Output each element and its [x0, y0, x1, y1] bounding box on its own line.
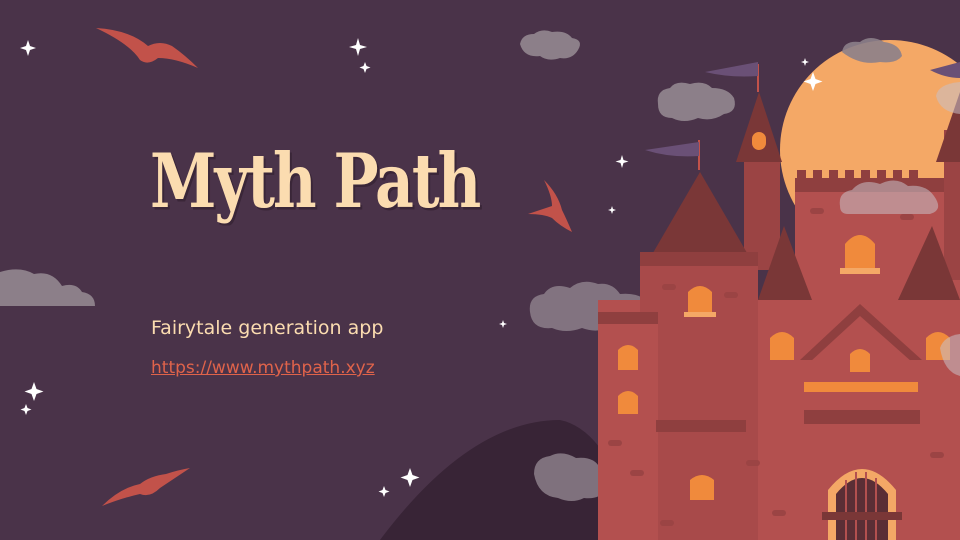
- slide-subtitle: Fairytale generation app: [151, 317, 384, 339]
- sparkle-icon: [801, 58, 809, 66]
- sparkle-icon: [359, 62, 371, 73]
- sparkle-icon: [20, 404, 32, 415]
- sparkle-icon: [400, 468, 420, 487]
- cloud-icon: [520, 30, 580, 60]
- bird-icon: [528, 180, 572, 232]
- bird-icon: [96, 28, 198, 68]
- sparkle-icon: [24, 382, 44, 401]
- fairytale-castle-illustration: [0, 28, 960, 540]
- sparkle-icon: [608, 206, 616, 214]
- sparkle-icon: [349, 38, 367, 56]
- cloud-icon: [0, 269, 95, 306]
- title-slide: Myth Path Fairytale generation app https…: [0, 0, 960, 540]
- flag-icon: [705, 62, 758, 77]
- website-link[interactable]: https://www.mythpath.xyz: [151, 358, 375, 378]
- cloud-icon: [657, 82, 735, 121]
- sparkle-icon: [378, 486, 390, 497]
- bird-icon: [102, 468, 190, 506]
- sparkle-icon: [499, 320, 507, 328]
- sparkle-icon: [615, 155, 629, 168]
- flag-icon: [645, 142, 699, 157]
- slide-title: Myth Path: [150, 138, 481, 226]
- sparkle-icon: [20, 40, 36, 56]
